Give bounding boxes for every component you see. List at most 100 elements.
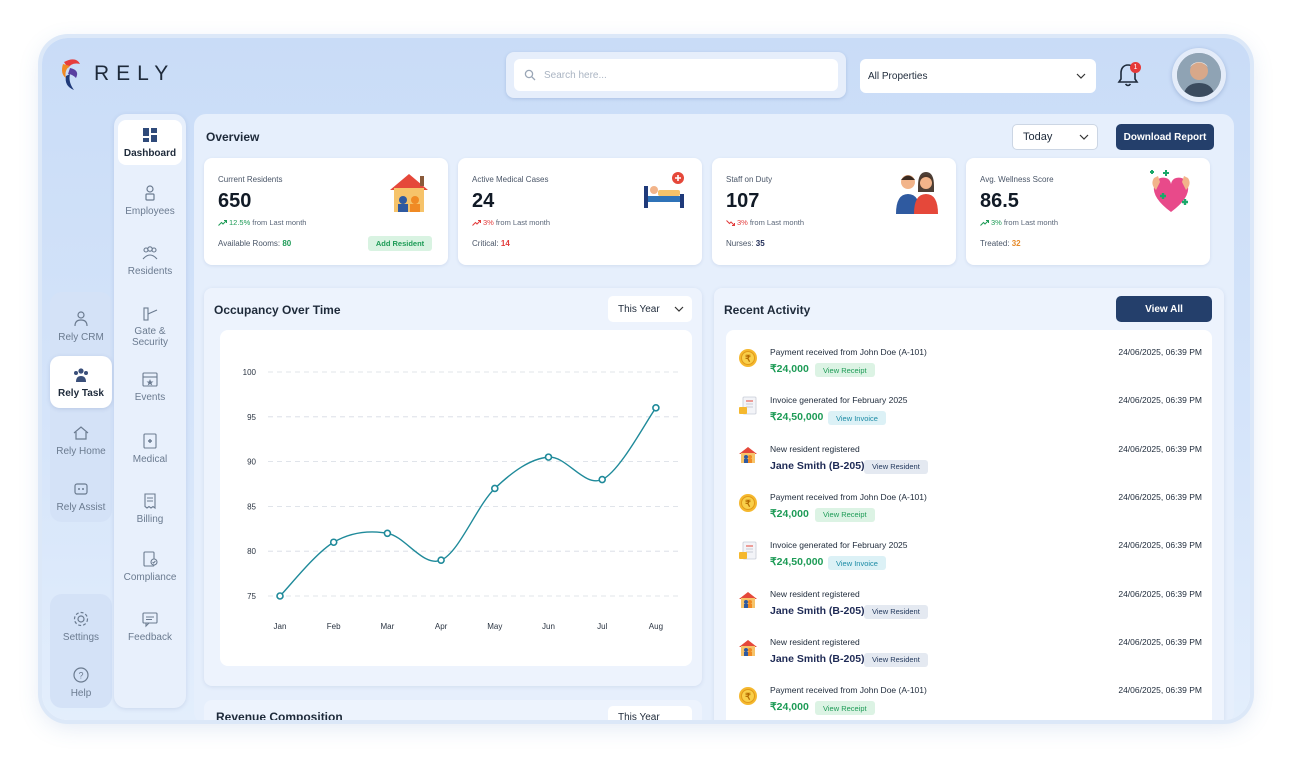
sidebar-item-medical[interactable]: Medical [118, 432, 182, 465]
house-icon [739, 446, 757, 463]
view-receipt-button[interactable]: View Receipt [815, 507, 875, 522]
brand-name: RELY [94, 62, 176, 85]
data-point[interactable] [544, 453, 553, 461]
compliance-icon [143, 551, 158, 567]
view-receipt-button[interactable]: View Receipt [815, 701, 875, 716]
card-value: 107 [726, 190, 760, 212]
overview-range-select[interactable]: Today [1012, 124, 1098, 150]
sidebar-item-billing[interactable]: Billing [118, 492, 182, 525]
sidebar-item-events[interactable]: Events [118, 370, 182, 403]
activity-title-text: New resident registered [770, 588, 860, 599]
view-all-button[interactable]: View All [1116, 296, 1212, 322]
sub-value: 80 [282, 239, 292, 248]
add-resident-button[interactable]: Add Resident [368, 236, 432, 251]
x-tick-label: Jan [274, 622, 287, 631]
search-input[interactable] [544, 69, 804, 81]
data-point[interactable] [383, 529, 392, 538]
activity-item: Invoice generated for February 2025 24/06… [726, 392, 1212, 440]
rail-item-rely-crm[interactable]: Rely CRM [50, 300, 112, 352]
property-select-value: All Properties [868, 70, 928, 82]
view-resident-button[interactable]: View Resident [864, 459, 928, 474]
sidebar-item-gate-security[interactable]: Gate & Security [118, 304, 182, 348]
rail-label: Rely Home [56, 445, 106, 457]
search-box[interactable] [514, 59, 838, 91]
card-trend: 3% from Last month [726, 218, 804, 227]
sub-value: 14 [500, 239, 510, 248]
y-tick-label: 80 [247, 547, 256, 556]
sidebar-item-label: Feedback [128, 632, 172, 643]
rail-item-settings[interactable]: Settings [50, 600, 112, 652]
view-resident-button[interactable]: View Resident [864, 652, 928, 667]
activity-title-text: Payment received from John Doe (A-101) [770, 685, 927, 696]
rail-item-help[interactable]: ? Help [50, 656, 112, 708]
activity-title: Recent Activity [724, 303, 811, 317]
sidebar-item-dashboard[interactable]: Dashboard [118, 120, 182, 165]
residents-icon [142, 246, 158, 260]
x-tick-label: Apr [435, 622, 448, 631]
svg-text:₹: ₹ [745, 498, 751, 508]
occupancy-range-value: This Year [618, 303, 660, 315]
trend-percent: 3% [483, 218, 494, 227]
stat-card-current-residents: Current Residents 650 12.5% from Last mo… [204, 158, 448, 265]
trend-text: from Last month [495, 218, 551, 227]
sidebar-item-employees[interactable]: Employees [118, 184, 182, 217]
activity-title-text: New resident registered [770, 443, 860, 454]
view-receipt-button[interactable]: View Receipt [815, 363, 875, 377]
activity-amount: ₹24,000 [770, 363, 809, 375]
activity-amount: Jane Smith (B-205) [770, 604, 865, 617]
help-icon: ? [73, 666, 89, 683]
data-point[interactable] [276, 592, 284, 600]
assist-icon [74, 482, 88, 495]
sidebar-item-label: Billing [136, 514, 164, 525]
avatar[interactable] [1172, 48, 1226, 102]
revenue-range-select[interactable]: This Year [608, 706, 692, 720]
card-value: 24 [472, 190, 495, 212]
sidebar: Dashboard Employees Residents Gate & Sec… [114, 114, 186, 708]
rail-item-rely-home[interactable]: Rely Home [50, 414, 112, 466]
recent-activity-panel: Recent Activity View All ₹ Payment receiv… [714, 288, 1224, 720]
data-point[interactable] [329, 538, 338, 547]
rail-label: Rely CRM [58, 331, 104, 343]
stat-card-staff-on-duty: Staff on Duty 107 3% from Last month Nur… [712, 158, 956, 265]
sub-label: Treated: [980, 239, 1010, 248]
download-report-button[interactable]: Download Report [1116, 124, 1214, 150]
card-label: Active Medical Cases [472, 175, 549, 184]
y-tick-label: 85 [247, 502, 256, 511]
sidebar-item-label: Employees [125, 206, 175, 217]
rail-item-rely-assist[interactable]: Rely Assist [50, 470, 112, 522]
view-invoice-button[interactable]: View Invoice [828, 411, 886, 426]
occupancy-chart: 75 80 85 90 95 100 Jan Feb Mar Apr May Jun Jul Aug [220, 330, 692, 666]
occupancy-title: Occupancy Over Time [214, 303, 341, 317]
data-point[interactable] [490, 484, 499, 493]
home-icon [73, 425, 89, 440]
card-value: 86.5 [980, 190, 1019, 212]
activity-amount: Jane Smith (B-205) [770, 652, 865, 665]
dashboard-icon [143, 128, 157, 142]
rail-label: Rely Task [58, 387, 104, 399]
occupancy-panel: Occupancy Over Time This Year 75 80 85 90 95… [204, 288, 702, 686]
billing-icon [144, 493, 156, 510]
card-sub: Nurses: 35 [726, 239, 765, 248]
rail-item-rely-task[interactable]: Rely Task [50, 356, 112, 408]
data-point[interactable] [652, 404, 660, 412]
data-point[interactable] [437, 556, 445, 564]
data-point[interactable] [598, 475, 607, 484]
sidebar-item-feedback[interactable]: Feedback [118, 610, 182, 643]
trend-up-icon [472, 219, 481, 226]
activity-time: 24/06/2025, 06:39 PM [1118, 395, 1202, 406]
view-resident-button[interactable]: View Resident [864, 604, 928, 619]
trend-percent: 12.5% [229, 218, 251, 227]
sidebar-item-compliance[interactable]: Compliance [118, 550, 182, 583]
property-select[interactable]: All Properties [860, 59, 1096, 93]
sidebar-item-residents[interactable]: Residents [118, 244, 182, 277]
view-invoice-button[interactable]: View Invoice [828, 556, 886, 571]
sidebar-item-label: Residents [127, 266, 173, 277]
rail-label: Settings [62, 631, 100, 643]
y-tick-label: 75 [247, 592, 256, 601]
activity-title-text: Invoice generated for February 2025 [770, 395, 908, 406]
activity-time: 24/06/2025, 06:39 PM [1118, 540, 1202, 551]
logo[interactable]: RELY [60, 56, 175, 92]
y-tick-label: 100 [243, 368, 257, 377]
occupancy-range-select[interactable]: This Year [608, 296, 692, 322]
trend-percent: 3% [991, 218, 1002, 227]
